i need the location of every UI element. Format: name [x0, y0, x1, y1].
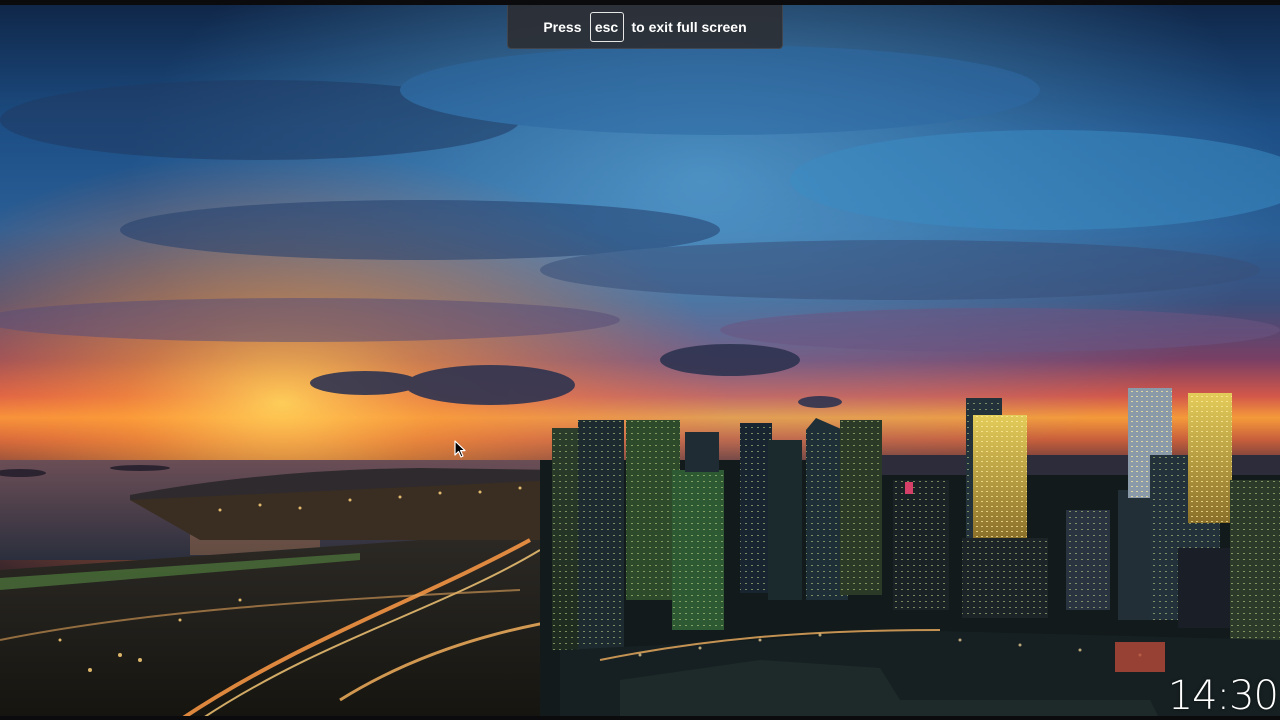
esc-key-hint: esc [589, 11, 624, 42]
fullscreen-exit-notice: Press esc to exit full screen [507, 5, 783, 49]
clock-time: 14:30 [1167, 673, 1279, 719]
notice-prefix: Press [543, 18, 582, 35]
arrow-cursor-icon [454, 440, 466, 458]
bottom-edge-bar [0, 716, 1280, 720]
wallpaper-image [0, 0, 1280, 720]
fullscreen-screen: Press esc to exit full screen 14:30 [0, 0, 1280, 720]
notice-suffix: to exit full screen [631, 18, 747, 35]
